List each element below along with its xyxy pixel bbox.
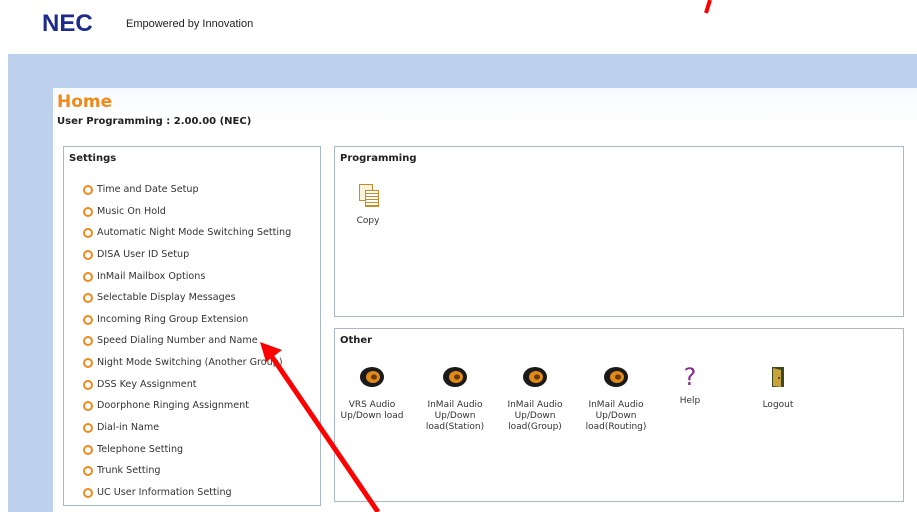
inmail-routing-button[interactable]: InMail Audio Up/Down load(Routing) [580,366,652,433]
bullet-icon [83,293,93,304]
bullet-icon [83,444,93,455]
inmail-routing-label: InMail Audio Up/Down load(Routing) [585,400,647,432]
speaker-icon [443,367,467,387]
annotation-arrow [260,342,381,512]
speaker-icon [523,367,547,387]
logout-label: Logout [762,400,794,410]
bullet-icon [83,206,93,217]
copy-button[interactable]: Copy [346,184,390,227]
copy-label: Copy [356,216,380,226]
bullet-icon [83,401,93,412]
settings-link-music-on-hold[interactable]: Music On Hold [83,205,291,227]
version-label: User Programming : 2.00.00 (NEC) [57,116,252,127]
inmail-group-button[interactable]: InMail Audio Up/Down load(Group) [500,366,570,433]
question-icon: ? [683,363,697,391]
help-label: Help [679,396,701,406]
bullet-icon [83,379,93,390]
settings-link-time-date[interactable]: Time and Date Setup [83,183,291,205]
speaker-icon [604,367,628,387]
bullet-icon [83,358,93,369]
bullet-icon [83,423,93,434]
annotation-arrow-top [704,0,712,14]
settings-link-inmail-mailbox[interactable]: InMail Mailbox Options [83,270,291,292]
tagline: Empowered by Innovation [126,18,254,30]
bullet-icon [83,314,93,325]
settings-link-auto-night-mode[interactable]: Automatic Night Mode Switching Setting [83,226,291,248]
door-icon [772,367,784,387]
page-title: Home [57,92,113,112]
bullet-icon [83,185,93,195]
bullet-icon [83,271,93,282]
help-button[interactable]: ? Help [668,364,712,407]
programming-panel: Programming [334,146,904,317]
bullet-icon [83,336,93,347]
inmail-group-label: InMail Audio Up/Down load(Group) [507,400,563,432]
programming-title: Programming [340,153,417,164]
nec-logo: NEC [42,10,93,37]
logout-button[interactable]: Logout [752,366,804,411]
bullet-icon [83,487,93,498]
settings-link-ring-group[interactable]: Incoming Ring Group Extension [83,313,291,335]
settings-title: Settings [69,153,117,164]
bullet-icon [83,466,93,477]
copy-icon [359,184,379,207]
bullet-icon [83,228,93,239]
bullet-icon [83,249,93,260]
inmail-station-button[interactable]: InMail Audio Up/Down load(Station) [420,366,490,433]
settings-link-disa-user-id[interactable]: DISA User ID Setup [83,248,291,270]
inmail-station-label: InMail Audio Up/Down load(Station) [425,400,485,432]
settings-link-display-messages[interactable]: Selectable Display Messages [83,291,291,313]
